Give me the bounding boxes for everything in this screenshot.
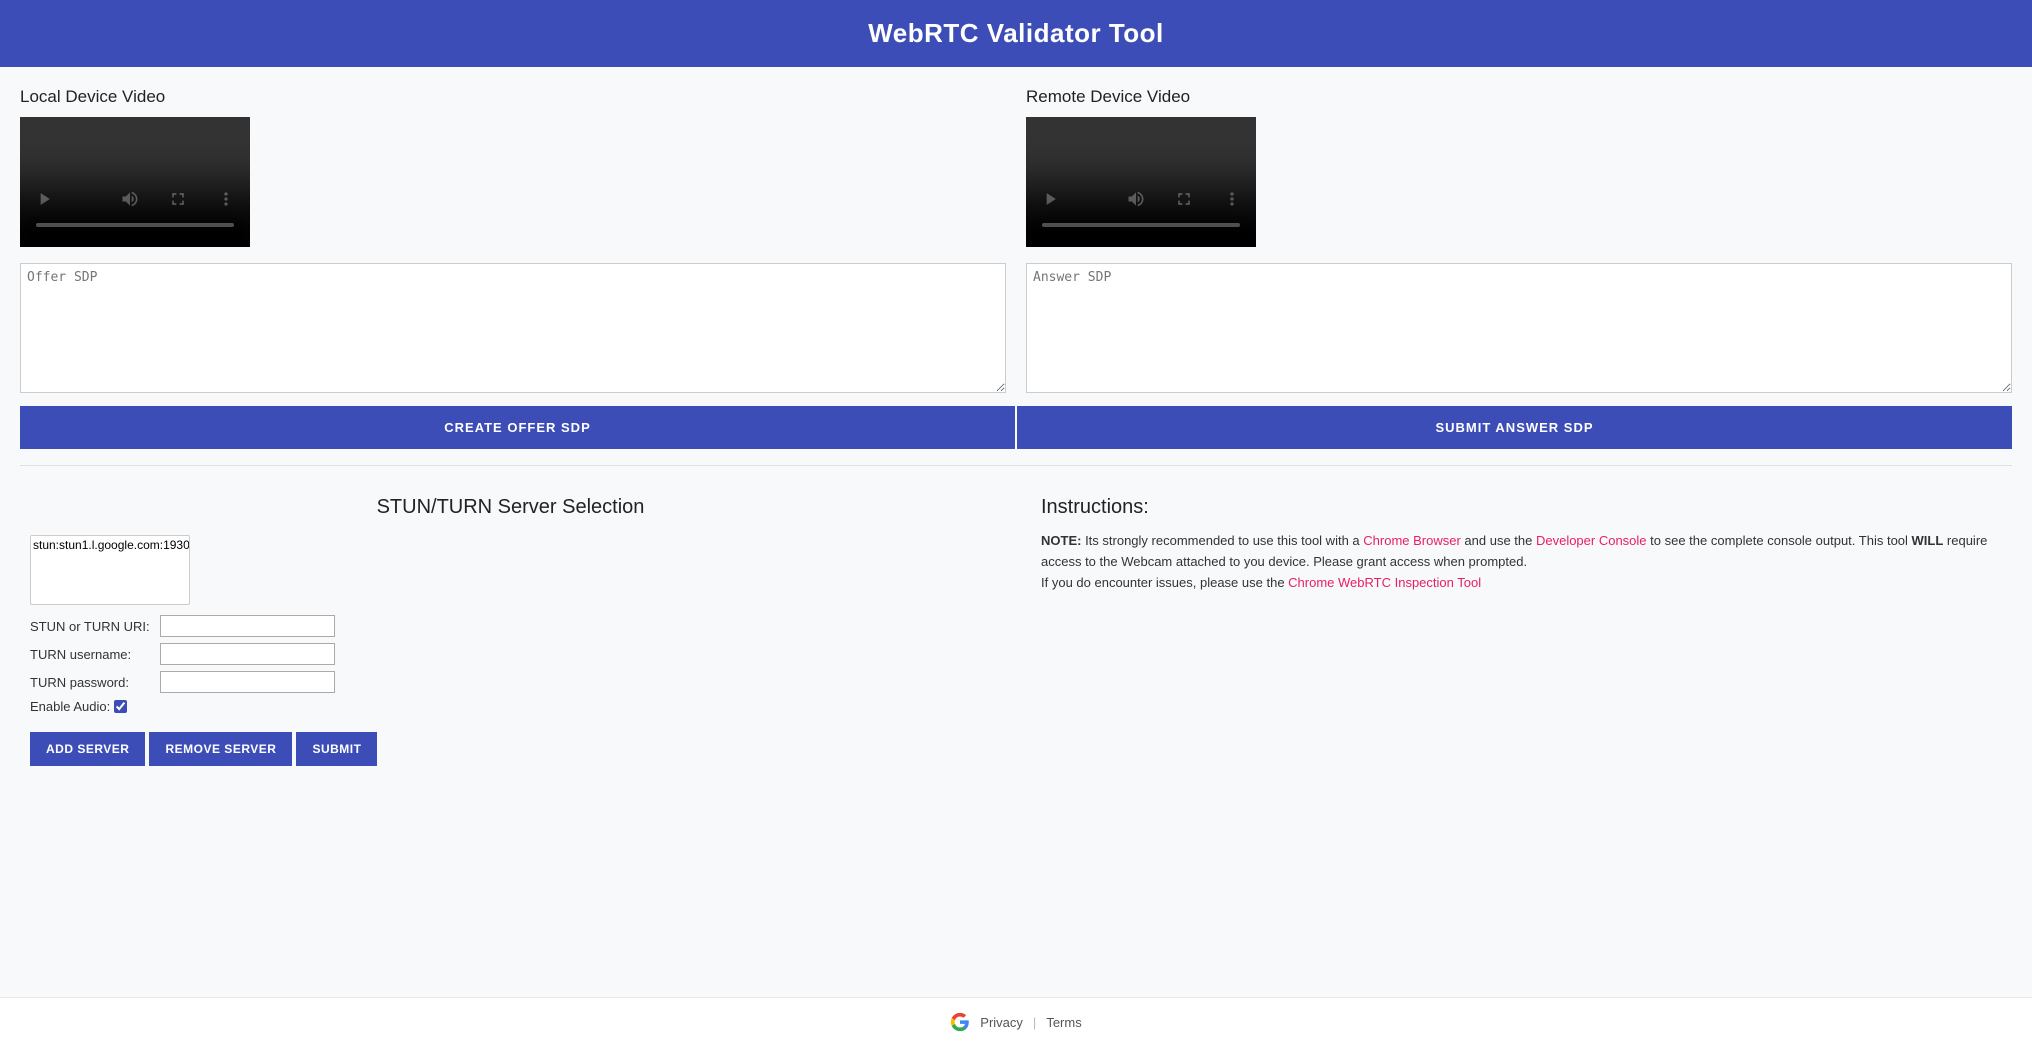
remote-video-title: Remote Device Video — [1026, 87, 2012, 107]
chrome-browser-link[interactable]: Chrome Browser — [1363, 533, 1461, 548]
instructions-note: NOTE: Its strongly recommended to use th… — [1041, 531, 2002, 593]
turn-username-label: TURN username: — [30, 647, 160, 662]
local-video-col: Local Device Video — [20, 87, 1006, 259]
local-video-wrapper — [20, 117, 1006, 247]
instructions-title: Instructions: — [1041, 496, 2002, 519]
create-offer-button[interactable]: CREATE OFFER SDP — [20, 406, 1015, 449]
google-logo — [950, 1012, 970, 1032]
note-bold: NOTE: — [1041, 533, 1081, 548]
audio-checkbox[interactable] — [114, 700, 127, 713]
stun-title: STUN/TURN Server Selection — [30, 496, 991, 519]
developer-console-link[interactable]: Developer Console — [1536, 533, 1647, 548]
bottom-section: STUN/TURN Server Selection stun:stun1.l.… — [20, 486, 2012, 786]
stun-panel: STUN/TURN Server Selection stun:stun1.l.… — [20, 486, 1011, 786]
answer-sdp-col — [1026, 259, 2012, 398]
stun-uri-label: STUN or TURN URI: — [30, 619, 160, 634]
note-text1: Its strongly recommended to use this too… — [1081, 533, 1363, 548]
audio-row: Enable Audio: — [30, 699, 991, 714]
privacy-link[interactable]: Privacy — [980, 1015, 1023, 1030]
turn-password-label: TURN password: — [30, 675, 160, 690]
main-content: Local Device Video Remote Device Video C… — [0, 67, 2032, 997]
audio-label: Enable Audio: — [30, 699, 110, 714]
local-video[interactable] — [20, 117, 250, 247]
remove-server-button[interactable]: REMOVE SERVER — [149, 732, 292, 766]
offer-sdp-col — [20, 259, 1006, 398]
server-list-item: stun:stun1.l.google.com:19302 — [33, 538, 187, 552]
turn-password-input[interactable] — [160, 671, 335, 693]
offer-sdp-textarea[interactable] — [20, 263, 1006, 393]
sdp-buttons-row: CREATE OFFER SDP SUBMIT ANSWER SDP — [20, 406, 2012, 449]
stun-uri-input[interactable] — [160, 615, 335, 637]
remote-video-col: Remote Device Video — [1026, 87, 2012, 259]
submit-answer-button[interactable]: SUBMIT ANSWER SDP — [1017, 406, 2012, 449]
turn-username-input[interactable] — [160, 643, 335, 665]
turn-password-row: TURN password: — [30, 671, 991, 693]
turn-username-row: TURN username: — [30, 643, 991, 665]
add-server-button[interactable]: ADD SERVER — [30, 732, 145, 766]
remote-video[interactable] — [1026, 117, 1256, 247]
will-bold: WILL — [1912, 533, 1944, 548]
answer-sdp-textarea[interactable] — [1026, 263, 2012, 393]
note-text2: and use the — [1461, 533, 1536, 548]
note-text3: to see the complete console output. This… — [1647, 533, 1912, 548]
action-buttons: ADD SERVER REMOVE SERVER SUBMIT — [30, 732, 991, 766]
page-title: WebRTC Validator Tool — [868, 18, 1164, 48]
videos-row: Local Device Video Remote Device Video — [20, 87, 2012, 259]
sdp-row — [20, 259, 2012, 398]
instructions-panel: Instructions: NOTE: Its strongly recomme… — [1031, 486, 2012, 786]
footer-links: Privacy | Terms — [14, 1012, 2018, 1032]
local-video-title: Local Device Video — [20, 87, 1006, 107]
note-line2-text1: If you do encounter issues, please use t… — [1041, 575, 1288, 590]
terms-link[interactable]: Terms — [1046, 1015, 1081, 1030]
server-list[interactable]: stun:stun1.l.google.com:19302 — [30, 535, 190, 605]
page-footer: Privacy | Terms — [0, 997, 2032, 1046]
page-header: WebRTC Validator Tool — [0, 0, 2032, 67]
inspect-tool-link[interactable]: Chrome WebRTC Inspection Tool — [1288, 575, 1481, 590]
remote-video-wrapper — [1026, 117, 2012, 247]
submit-form-button[interactable]: SUBMIT — [296, 732, 377, 766]
footer-separator: | — [1033, 1015, 1036, 1030]
stun-uri-row: STUN or TURN URI: — [30, 615, 991, 637]
divider — [20, 465, 2012, 466]
